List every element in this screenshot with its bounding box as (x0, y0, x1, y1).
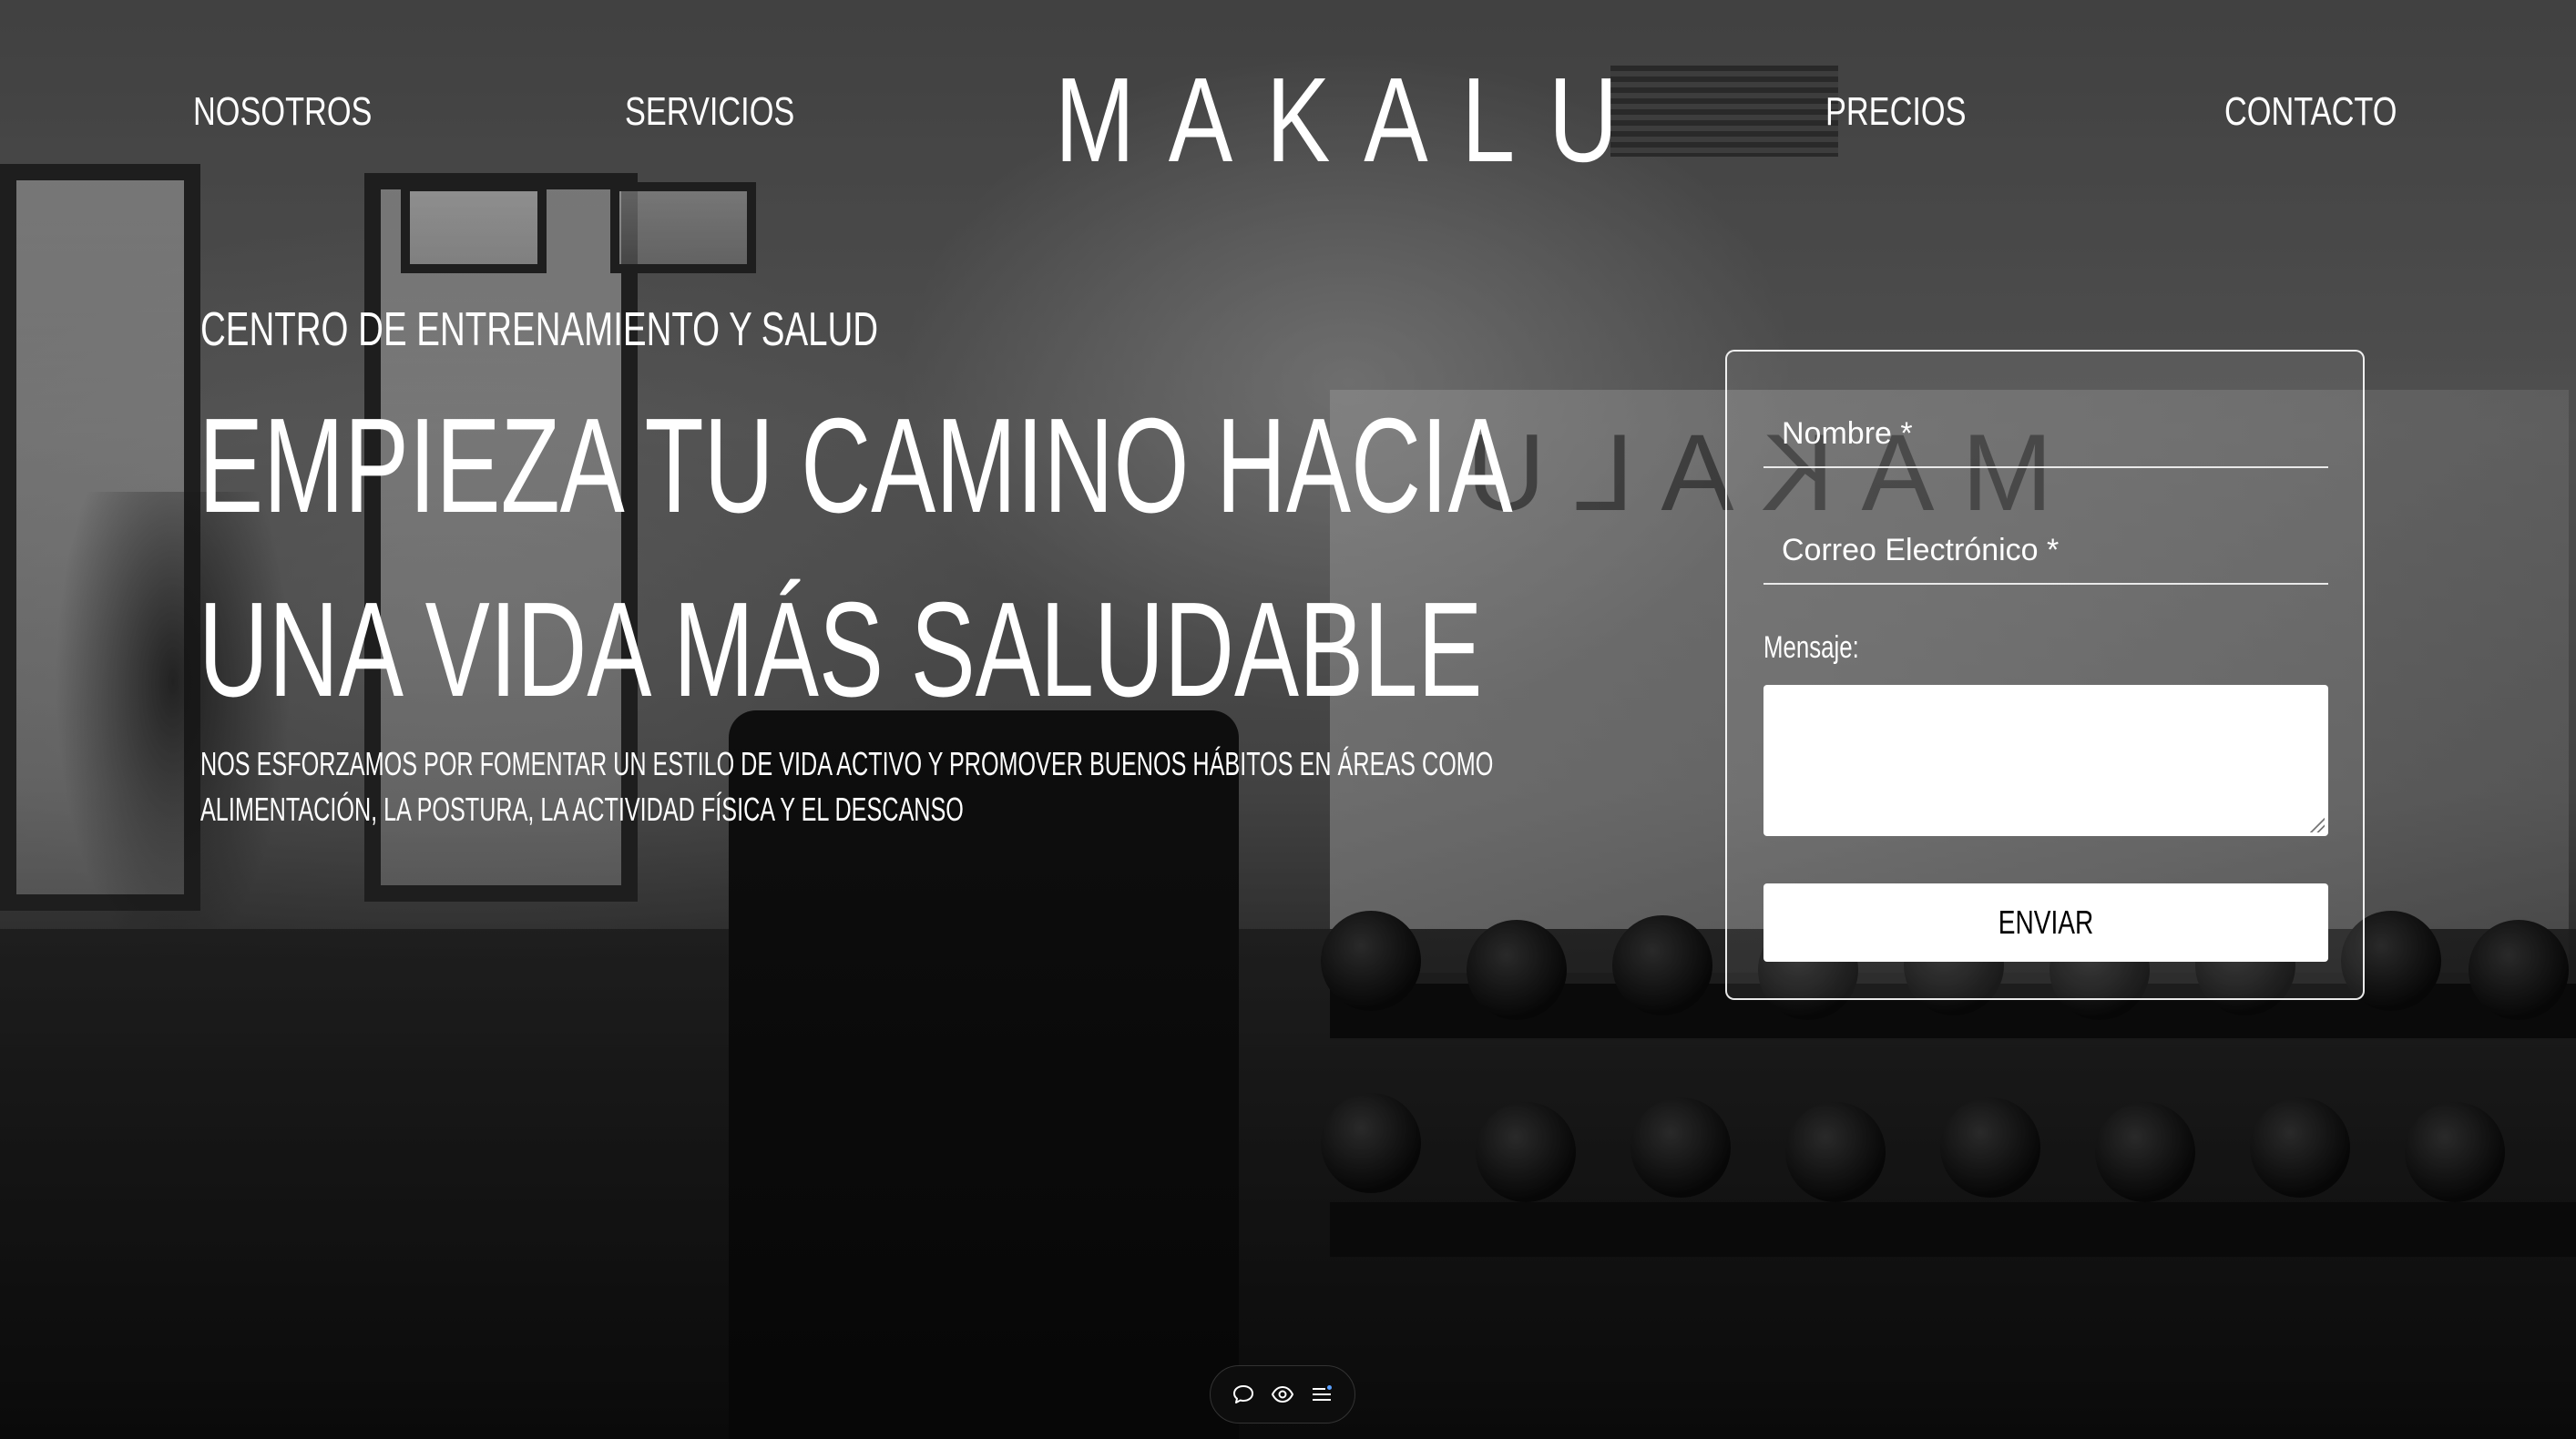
submit-button[interactable]: ENVIAR (1763, 883, 2328, 962)
nav-link-contacto[interactable]: CONTACTO (2224, 89, 2397, 135)
hero-eyebrow: CENTRO DE ENTRENAMIENTO Y SALUD (200, 303, 879, 356)
nav-link-precios[interactable]: PRECIOS (1825, 89, 1966, 135)
comment-icon[interactable] (1230, 1381, 1257, 1408)
menu-list-icon[interactable] (1308, 1381, 1335, 1408)
name-field-wrapper (1763, 401, 2328, 468)
hero-title-line-2: UNA VIDA MÁS SALUDABLE (199, 575, 1483, 725)
message-label: Mensaje: (1763, 630, 1859, 665)
email-field-wrapper (1763, 517, 2328, 585)
message-textarea[interactable] (1763, 685, 2328, 836)
name-input[interactable] (1763, 401, 2328, 466)
floating-toolbar (1210, 1365, 1355, 1424)
nav-link-nosotros[interactable]: NOSOTROS (193, 89, 372, 135)
message-textarea-wrapper (1763, 685, 2328, 836)
hero-title-line-1: EMPIEZA TU CAMINO HACIA (199, 391, 1513, 541)
page: MAKALU NOSOTROS SERVICIOS MAKALU PRECIOS… (0, 0, 2576, 1439)
nav-link-servicios[interactable]: SERVICIOS (625, 89, 794, 135)
eye-icon[interactable] (1269, 1381, 1296, 1408)
hero-description-line-2: ALIMENTACIÓN, LA POSTURA, LA ACTIVIDAD F… (200, 791, 964, 828)
email-input[interactable] (1763, 517, 2328, 583)
resize-grip-icon[interactable] (2308, 816, 2325, 832)
site-logo[interactable]: MAKALU (1055, 51, 1618, 189)
contact-form: Mensaje: ENVIAR (1725, 350, 2365, 1000)
hero-description-line-1: NOS ESFORZAMOS POR FOMENTAR UN ESTILO DE… (200, 745, 1494, 782)
submit-button-label: ENVIAR (1998, 903, 2094, 941)
